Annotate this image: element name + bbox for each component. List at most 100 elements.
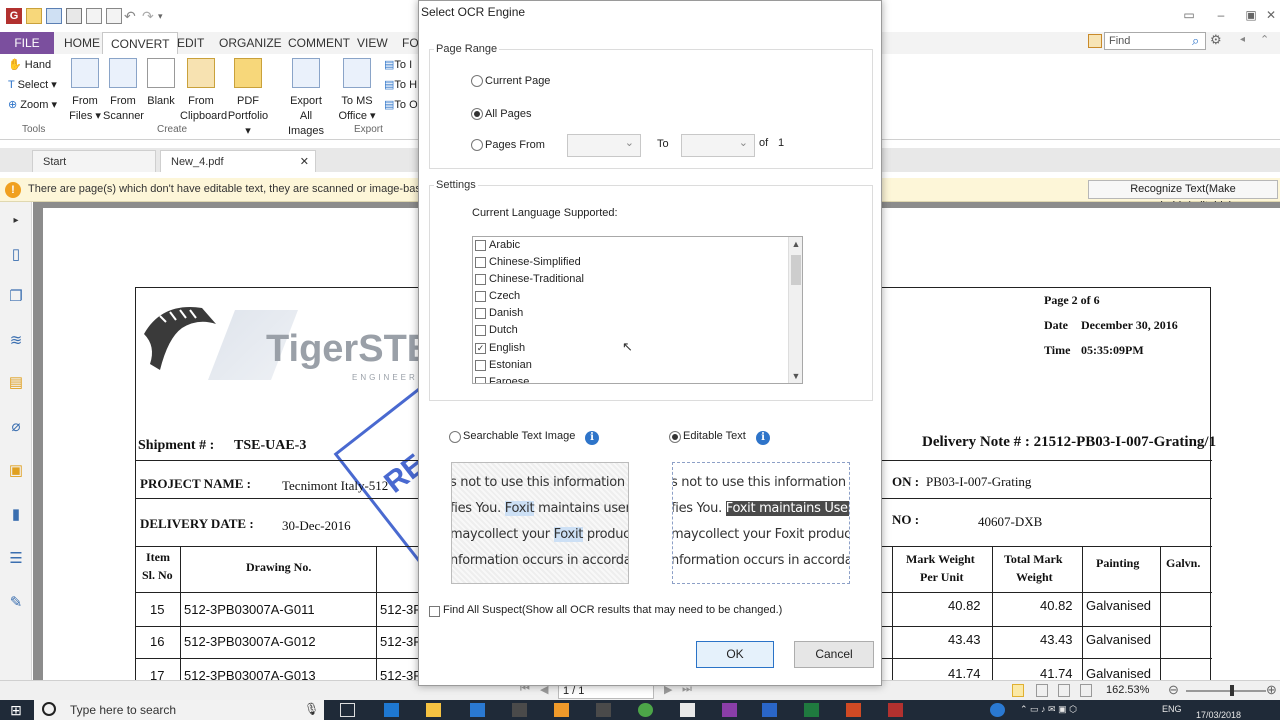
print-icon[interactable] bbox=[66, 8, 82, 24]
language-checkbox[interactable] bbox=[475, 377, 486, 383]
tab-comment[interactable]: COMMENT bbox=[280, 32, 358, 54]
zoom-tool[interactable]: ⊕ Zoom ▾ bbox=[8, 98, 57, 111]
chrome-icon[interactable] bbox=[638, 703, 653, 717]
to-ms-office-button[interactable]: To MS Office ▾ bbox=[338, 58, 376, 124]
powerpoint-icon[interactable] bbox=[846, 703, 861, 717]
language-checkbox-checked[interactable]: ✓ bbox=[475, 343, 486, 354]
foxit-icon[interactable] bbox=[888, 703, 903, 717]
mail-icon[interactable] bbox=[680, 703, 695, 717]
language-list[interactable]: Arabic Chinese-Simplified Chinese-Tradit… bbox=[472, 236, 803, 384]
scroll-up-icon[interactable]: ▲ bbox=[789, 237, 802, 251]
hand-tool[interactable]: ✋ Hand bbox=[8, 58, 51, 71]
blank-button[interactable]: Blank bbox=[145, 58, 177, 109]
redo-icon[interactable]: ↷ bbox=[142, 8, 158, 24]
gear-icon[interactable]: ⚙ bbox=[1210, 32, 1222, 48]
edge-icon[interactable] bbox=[384, 703, 399, 717]
language-checkbox[interactable] bbox=[475, 291, 486, 302]
list-item[interactable]: Dutch bbox=[475, 323, 785, 340]
list-item[interactable]: Chinese-Traditional bbox=[475, 272, 785, 289]
current-page-label[interactable]: Current Page bbox=[485, 75, 550, 87]
restore-ribbon-icon[interactable]: ▭ bbox=[1180, 6, 1198, 24]
to-image-button[interactable]: ▤To I bbox=[384, 58, 412, 71]
searchable-info-icon[interactable]: i bbox=[585, 431, 599, 445]
language-checkbox[interactable] bbox=[475, 325, 486, 336]
find-suspect-checkbox[interactable] bbox=[429, 606, 440, 617]
attachment-icon[interactable]: ⌀ bbox=[7, 418, 25, 436]
search-doc-icon[interactable]: ▮ bbox=[7, 506, 25, 524]
pages-from-select[interactable] bbox=[567, 134, 641, 157]
undo-icon[interactable]: ↶ bbox=[124, 8, 140, 24]
language-checkbox[interactable] bbox=[475, 360, 486, 371]
tripadvisor-icon[interactable] bbox=[596, 703, 611, 717]
from-scanner-button[interactable]: From Scanner bbox=[103, 58, 144, 124]
task-view-icon[interactable] bbox=[340, 703, 355, 717]
language-indicator[interactable]: ENG bbox=[1162, 704, 1182, 714]
store-icon[interactable] bbox=[470, 703, 485, 717]
to-html-button[interactable]: ▤To H bbox=[384, 78, 417, 91]
editable-text-radio[interactable] bbox=[669, 431, 681, 443]
find-suspect-label[interactable]: Find All Suspect(Show all OCR results th… bbox=[443, 604, 782, 616]
pages-icon[interactable]: ❐ bbox=[7, 288, 25, 306]
searchable-text-image-label[interactable]: Searchable Text Image bbox=[463, 430, 575, 442]
from-clipboard-button[interactable]: From Clipboard bbox=[180, 58, 227, 124]
search-icon[interactable]: ⌕ bbox=[1192, 33, 1199, 49]
select-tool[interactable]: T Select ▾ bbox=[8, 78, 57, 91]
tab-home[interactable]: HOME bbox=[56, 32, 108, 54]
language-checkbox[interactable] bbox=[475, 308, 486, 319]
editable-text-label[interactable]: Editable Text bbox=[683, 430, 746, 442]
tab-new4[interactable]: New_4.pdf ✕ bbox=[160, 150, 316, 172]
zoom-slider[interactable] bbox=[1186, 690, 1266, 692]
maximize-button[interactable]: ▣ bbox=[1242, 6, 1260, 24]
tab-edit[interactable]: EDIT bbox=[169, 32, 212, 54]
ok-button[interactable]: OK bbox=[696, 641, 774, 668]
from-files-button[interactable]: From Files ▾ bbox=[66, 58, 104, 124]
dropbox-icon[interactable] bbox=[512, 703, 527, 717]
facing-icon[interactable] bbox=[1058, 684, 1070, 697]
tab-convert[interactable]: CONVERT bbox=[102, 32, 179, 54]
zoom-slider-thumb[interactable] bbox=[1230, 685, 1234, 696]
all-pages-radio[interactable] bbox=[471, 108, 483, 120]
amazon-icon[interactable] bbox=[554, 703, 569, 717]
microphone-icon[interactable]: 🎙 bbox=[304, 702, 319, 716]
list-item[interactable]: Czech bbox=[475, 289, 785, 306]
searchable-text-image-radio[interactable] bbox=[449, 431, 461, 443]
single-page-icon[interactable] bbox=[1012, 684, 1024, 697]
current-page-radio[interactable] bbox=[471, 75, 483, 87]
language-checkbox[interactable] bbox=[475, 257, 486, 268]
to-other-button[interactable]: ▤To O bbox=[384, 98, 418, 111]
editable-info-icon[interactable]: i bbox=[756, 431, 770, 445]
zoom-out-icon[interactable]: ⊖ bbox=[1168, 682, 1179, 698]
comments-icon[interactable]: ▤ bbox=[7, 374, 25, 392]
onenote-icon[interactable] bbox=[722, 703, 737, 717]
snapshot-icon[interactable] bbox=[106, 8, 122, 24]
customize-icon[interactable]: ▾ bbox=[158, 8, 174, 24]
list-item[interactable]: Faroese bbox=[475, 375, 785, 383]
recognize-text-button[interactable]: Recognize Text(Make searchable/editable) bbox=[1088, 180, 1278, 212]
layers-icon[interactable]: ≋ bbox=[7, 332, 25, 350]
teamviewer-icon[interactable] bbox=[990, 703, 1005, 717]
all-pages-label[interactable]: All Pages bbox=[485, 108, 531, 120]
list-item[interactable]: Chinese-Simplified bbox=[475, 255, 785, 272]
list-item[interactable]: Danish bbox=[475, 306, 785, 323]
chevron-up-icon[interactable]: ⌃ bbox=[1260, 33, 1269, 46]
zoom-in-icon[interactable]: ⊕ bbox=[1266, 682, 1277, 698]
tray-icons[interactable]: ⌃ ▭ ♪ ✉ ▣ ⬡ bbox=[1020, 704, 1077, 715]
tools-icon[interactable]: ✎ bbox=[7, 594, 25, 612]
minimize-button[interactable]: – bbox=[1212, 6, 1230, 24]
tab-start[interactable]: Start bbox=[32, 150, 156, 172]
language-checkbox[interactable] bbox=[475, 240, 486, 251]
pages-to-select[interactable] bbox=[681, 134, 755, 157]
find-bar-icon[interactable] bbox=[1088, 34, 1102, 48]
list-item[interactable]: Arabic bbox=[475, 238, 785, 255]
close-button[interactable]: ✕ bbox=[1262, 6, 1280, 24]
open-icon[interactable] bbox=[26, 8, 42, 24]
continuous-icon[interactable] bbox=[1036, 684, 1048, 697]
cancel-button[interactable]: Cancel bbox=[794, 641, 874, 668]
form-icon[interactable]: ☰ bbox=[7, 550, 25, 568]
language-scrollbar[interactable]: ▲ ▼ bbox=[788, 237, 802, 383]
lock-icon[interactable]: ▣ bbox=[7, 462, 25, 480]
properties-icon[interactable] bbox=[86, 8, 102, 24]
find-input[interactable]: Find bbox=[1104, 32, 1206, 50]
pages-from-radio[interactable] bbox=[471, 139, 483, 151]
expand-panel-icon[interactable]: ▸ bbox=[7, 212, 25, 230]
